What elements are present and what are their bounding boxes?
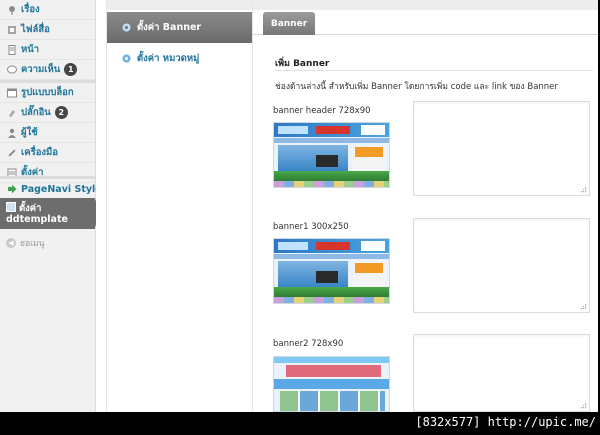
menu-item-users[interactable]: ผู้ใช้: [0, 123, 95, 143]
users-icon: [6, 127, 17, 138]
menu-item-comments[interactable]: ความเห็น 1: [0, 60, 95, 80]
tab-banner[interactable]: Banner: [263, 12, 315, 35]
comments-icon: [6, 64, 17, 75]
menu-item-tools[interactable]: เครื่องมือ: [0, 143, 95, 163]
content-top-bar: [253, 0, 599, 10]
menu-item-ddtemplate-settings[interactable]: ตั้งค่า ddtemplate: [0, 198, 95, 229]
menu-item-label-line2: ddtemplate: [6, 214, 68, 225]
menu-item-label: เรื่อง: [21, 4, 40, 15]
template-icon: [6, 202, 16, 212]
resize-grip-icon[interactable]: [579, 302, 587, 310]
banner1-preview-image: [273, 238, 390, 304]
menu-item-label: ปลั๊กอิน: [21, 107, 51, 118]
gear-icon: [121, 22, 132, 33]
page-icon: [6, 44, 17, 55]
menu-item-label: ตั้งค่า: [19, 203, 42, 214]
section-divider: [275, 70, 593, 71]
arrow-icon: [6, 184, 17, 195]
menu-item-label: ไฟล์สื่อ: [21, 24, 50, 35]
comments-count-badge: 1: [64, 63, 78, 76]
menu-item-label: เครื่องมือ: [21, 147, 59, 158]
collapse-menu-button[interactable]: ◀ ย่อเมนู: [6, 236, 44, 250]
menu-item-media[interactable]: ไฟล์สื่อ: [0, 20, 95, 40]
pin-icon: [6, 4, 17, 15]
resize-grip-icon[interactable]: [579, 185, 587, 193]
tools-icon: [6, 147, 17, 158]
section-description: ช่องด้านล่างนี้ สำหรับเพิ่ม Banner โดยกา…: [275, 82, 558, 92]
resize-grip-icon[interactable]: [579, 401, 587, 409]
plugins-update-badge: 2: [54, 106, 68, 119]
image-host-watermark-bar: [832x577] http://upic.me/: [0, 412, 600, 435]
banner-header-preview-image: [273, 122, 390, 188]
admin-sidebar-menu: เรื่อง ไฟล์สื่อ หน้า ความเห็น 1 รูปแบบบล…: [0, 0, 102, 412]
main-content-area: ตั้งค่า Banner ตั้งค่า หมวดหมู่ Banner เ…: [96, 0, 599, 412]
media-icon: [6, 24, 17, 35]
theme-options-nav: ตั้งค่า Banner ตั้งค่า หมวดหมู่: [106, 0, 253, 412]
nav-tab-label: ตั้งค่า หมวดหมู่: [137, 52, 200, 64]
menu-item-label: หน้า: [21, 44, 40, 55]
menu-item-pages[interactable]: หน้า: [0, 40, 95, 60]
menu-item-appearance[interactable]: รูปแบบบล็อก: [0, 83, 95, 103]
banner-header-label: banner header 728x90: [273, 106, 371, 116]
banner1-code-textarea[interactable]: [413, 218, 590, 313]
menu-item-label: ความเห็น: [21, 64, 61, 75]
menu-item-label: รูปแบบบล็อก: [21, 87, 74, 98]
gear-icon: [121, 53, 132, 64]
nav-top-bar: [107, 0, 253, 10]
banner2-preview-image: [273, 356, 390, 412]
menu-item-label: PageNavi Style: [21, 183, 102, 195]
image-host-watermark: [832x577] http://upic.me/: [415, 415, 596, 429]
banner2-label: banner2 728x90: [273, 339, 344, 349]
nav-tab-category-settings[interactable]: ตั้งค่า หมวดหมู่: [107, 45, 253, 71]
menu-item-label: ผู้ใช้: [21, 127, 38, 138]
collapse-arrow-icon: ◀: [6, 238, 16, 248]
banner-header-code-textarea[interactable]: [413, 101, 590, 196]
plugins-icon: [6, 107, 17, 118]
menu-item-posts[interactable]: เรื่อง: [0, 0, 95, 20]
banner-settings-panel: Banner เพิ่ม Banner ช่องด้านล่างนี้ สำหร…: [252, 0, 599, 412]
menu-item-pagenavi-style[interactable]: PageNavi Style: [0, 179, 102, 199]
banner2-code-textarea[interactable]: [413, 334, 590, 412]
banner1-label: banner1 300x250: [273, 222, 349, 232]
appearance-icon: [6, 87, 17, 98]
collapse-label: ย่อเมนู: [20, 239, 45, 249]
section-title: เพิ่ม Banner: [275, 59, 330, 69]
nav-tab-label: ตั้งค่า Banner: [137, 22, 202, 33]
nav-tab-banner-settings[interactable]: ตั้งค่า Banner: [107, 12, 253, 43]
menu-item-plugins[interactable]: ปลั๊กอิน 2: [0, 103, 95, 123]
